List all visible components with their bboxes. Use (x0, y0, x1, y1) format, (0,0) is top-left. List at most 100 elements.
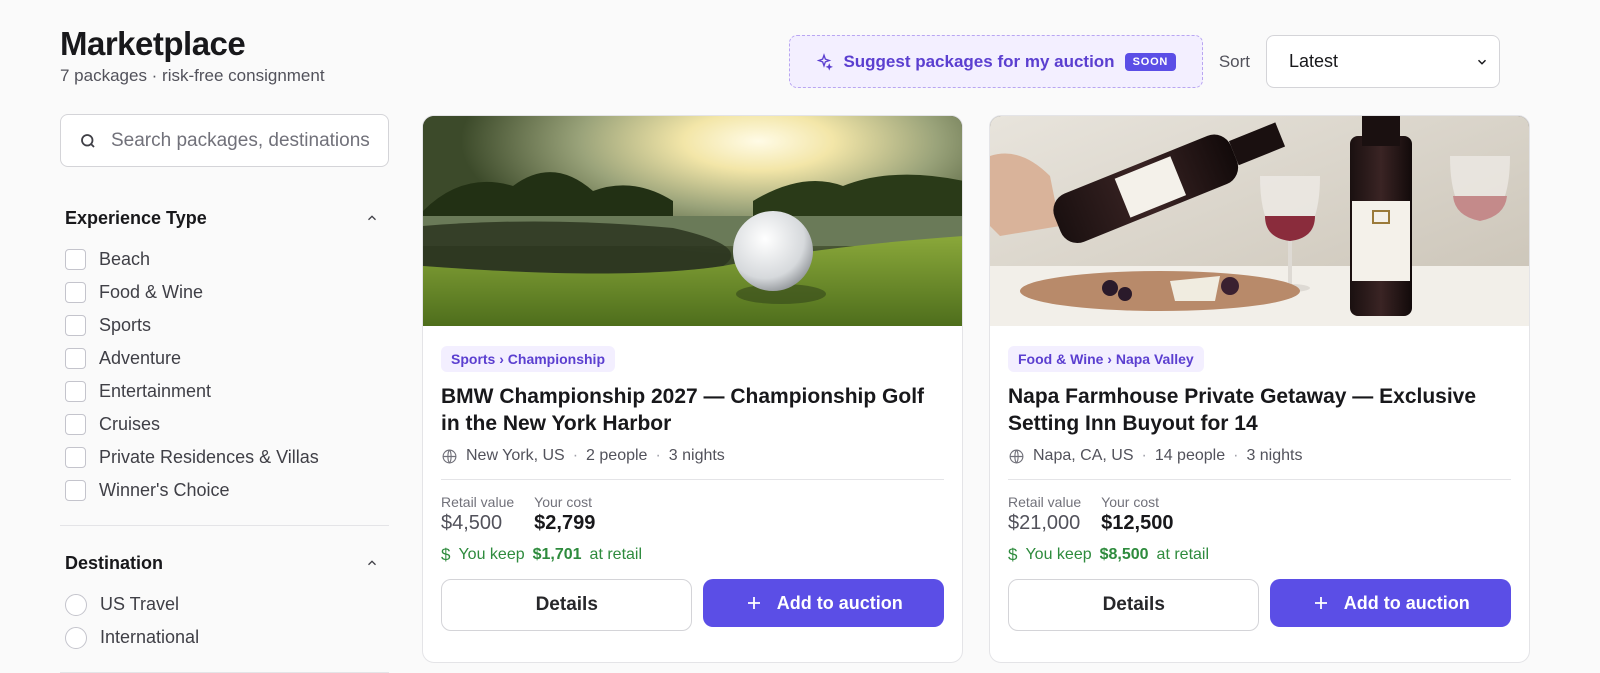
keep-amount: $1,701 (532, 546, 582, 563)
checkbox[interactable] (65, 414, 86, 435)
checkbox[interactable] (65, 480, 86, 501)
card-actions: Details Add to auction (1008, 579, 1511, 631)
checkbox[interactable] (65, 315, 86, 336)
option-label: Entertainment (99, 381, 212, 401)
filter-sidebar: Experience Type Beach Food & Wine Sports… (60, 114, 389, 673)
nights-count: 3 nights (1246, 447, 1303, 464)
section-divider (60, 525, 389, 526)
plus-icon (747, 597, 760, 609)
package-card[interactable]: Sports › Championship BMW Championship 2… (422, 115, 963, 663)
retail-value: $4,500 (441, 512, 503, 534)
keep-prefix: You keep (1025, 546, 1092, 563)
option-label: Beach (99, 249, 151, 269)
location: New York, US (466, 447, 565, 464)
search-icon (81, 133, 95, 148)
experience-type-options: Beach Food & Wine Sports Adventure Enter… (65, 243, 389, 507)
card-divider (441, 479, 944, 480)
keep-row: $ You keep $1,701 at retail (441, 545, 944, 565)
suggest-packages-button[interactable]: Suggest packages for my auction SOON (788, 35, 1203, 88)
filter-option-beach[interactable]: Beach (65, 243, 389, 276)
add-to-auction-button[interactable]: Add to auction (1270, 579, 1511, 627)
filter-option-private-residences[interactable]: Private Residences & Villas (65, 441, 389, 474)
keep-prefix: You keep (458, 546, 525, 563)
package-title[interactable]: Napa Farmhouse Private Getaway — Exclusi… (1008, 383, 1511, 437)
filter-option-international[interactable]: International (65, 621, 389, 654)
checkbox[interactable] (65, 348, 86, 369)
chevron-up-icon[interactable] (365, 211, 379, 225)
filter-option-us-travel[interactable]: US Travel (65, 588, 389, 621)
sort-select[interactable]: Latest (1266, 35, 1500, 88)
keep-suffix: at retail (1156, 546, 1210, 563)
filter-option-food-wine[interactable]: Food & Wine (65, 276, 389, 309)
top-actions: Suggest packages for my auction SOON Sor… (788, 35, 1500, 88)
filter-option-entertainment[interactable]: Entertainment (65, 375, 389, 408)
search-box[interactable] (60, 114, 389, 167)
price-block: Retail value $4,500 Your cost $2,799 (441, 494, 944, 535)
checkbox[interactable] (65, 282, 86, 303)
experience-type-header[interactable]: Experience Type (65, 203, 389, 233)
retail-label: Retail value (441, 494, 515, 510)
globe-icon (1009, 449, 1024, 463)
radio[interactable] (65, 593, 87, 616)
plus-icon (1314, 597, 1327, 609)
wine-table-image (990, 116, 1529, 326)
people-count: 2 people (586, 447, 648, 464)
details-button[interactable]: Details (441, 579, 693, 631)
option-label: International (100, 627, 200, 647)
cost-label: Your cost (1101, 494, 1160, 510)
card-body: Food & Wine › Napa Valley Napa Farmhouse… (990, 326, 1529, 631)
search-input[interactable] (111, 129, 371, 152)
checkbox[interactable] (65, 447, 86, 468)
add-to-auction-button[interactable]: Add to auction (703, 579, 944, 627)
filter-option-cruises[interactable]: Cruises (65, 408, 389, 441)
page-title: Marketplace (60, 25, 246, 62)
package-image-wine (990, 116, 1529, 326)
separator-dot: · (655, 447, 661, 464)
soon-badge: SOON (1124, 52, 1177, 71)
people-count: 14 people (1154, 447, 1226, 464)
separator-dot: · (1233, 447, 1239, 464)
package-image-golf (423, 116, 962, 326)
sparkle-icon (817, 52, 834, 71)
destination-section: Destination US Travel International (60, 548, 389, 673)
keep-row: $ You keep $8,500 at retail (1008, 545, 1511, 565)
sort-value: Latest (1289, 51, 1339, 71)
separator-dot: · (572, 447, 579, 464)
checkbox[interactable] (65, 381, 86, 402)
option-label: Sports (99, 315, 152, 335)
suggest-label: Suggest packages for my auction (843, 51, 1115, 71)
add-label: Add to auction (776, 592, 903, 613)
globe-icon (442, 449, 457, 463)
package-title[interactable]: BMW Championship 2027 — Championship Gol… (441, 383, 944, 437)
dollar-icon: $ (1008, 545, 1018, 564)
radio[interactable] (65, 626, 87, 649)
card-divider (1008, 479, 1511, 480)
filter-option-adventure[interactable]: Adventure (65, 342, 389, 375)
retail-value: $21,000 (1008, 512, 1081, 534)
nights-count: 3 nights (668, 447, 725, 464)
option-label: Food & Wine (99, 282, 204, 302)
destination-header[interactable]: Destination (65, 548, 389, 578)
details-button[interactable]: Details (1008, 579, 1260, 631)
option-label: Cruises (99, 414, 161, 434)
category-chip: Food & Wine › Napa Valley (1008, 346, 1204, 372)
chevron-up-icon[interactable] (365, 556, 379, 570)
filter-option-sports[interactable]: Sports (65, 309, 389, 342)
package-card[interactable]: Food & Wine › Napa Valley Napa Farmhouse… (989, 115, 1530, 663)
card-body: Sports › Championship BMW Championship 2… (423, 326, 962, 631)
page-header: Marketplace 7 packages · risk-free consi… (60, 24, 325, 86)
option-label: Winner's Choice (99, 480, 230, 500)
experience-type-title: Experience Type (65, 207, 207, 228)
cost-value: $12,500 (1101, 512, 1174, 534)
price-block: Retail value $21,000 Your cost $12,500 (1008, 494, 1511, 535)
checkbox[interactable] (65, 249, 86, 270)
dollar-icon: $ (441, 545, 451, 564)
card-actions: Details Add to auction (441, 579, 944, 631)
package-meta: Napa, CA, US · 14 people · 3 nights (1008, 447, 1511, 465)
filter-option-winners-choice[interactable]: Winner's Choice (65, 474, 389, 507)
separator-dot: · (1141, 447, 1147, 464)
location: Napa, CA, US (1033, 447, 1134, 464)
add-label: Add to auction (1343, 592, 1470, 613)
keep-amount: $8,500 (1099, 546, 1149, 563)
destination-options: US Travel International (65, 588, 389, 654)
